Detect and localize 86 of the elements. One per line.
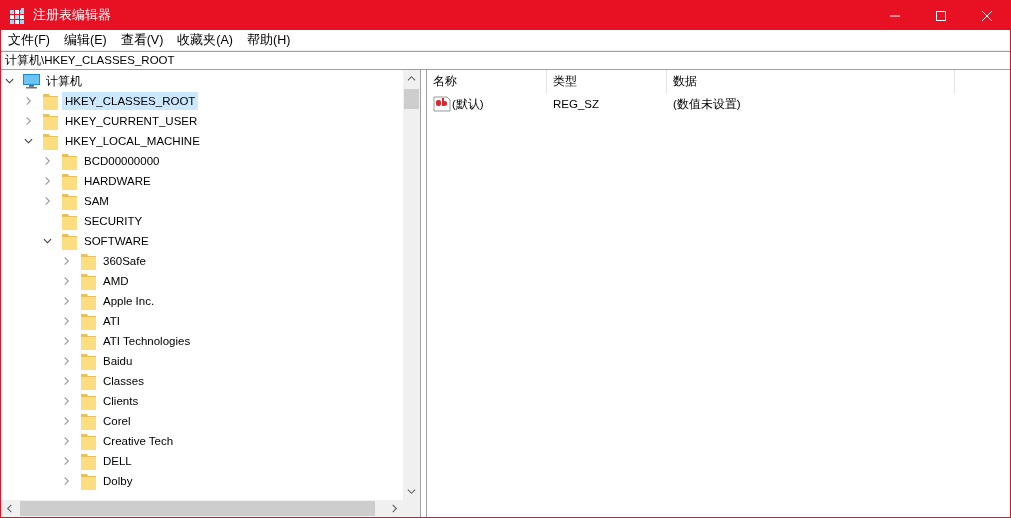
tree-item[interactable]: Apple Inc. [100,292,158,310]
folder-icon [79,392,98,410]
chevron-right-icon[interactable] [43,196,52,206]
tree-item[interactable]: Classes [100,372,147,390]
chevron-up-icon[interactable] [407,74,416,83]
column-header[interactable]: 名称 [427,70,547,93]
tree-item[interactable]: ATI Technologies [100,332,194,350]
folder-icon [79,372,98,390]
scroll-thumb[interactable] [404,89,419,109]
chevron-right-icon[interactable] [62,476,71,486]
menu-item[interactable]: 文件(F) [1,30,57,50]
chevron-right-icon[interactable] [62,376,71,386]
window-title: 注册表编辑器 [33,7,112,24]
folder-icon [79,472,98,490]
chevron-right-icon[interactable] [62,356,71,366]
chevron-right-icon[interactable] [43,176,52,186]
tree-item[interactable]: HARDWARE [81,172,154,190]
tree-item[interactable]: ATI [100,312,124,330]
computer-icon [22,72,41,90]
value-type: REG_SZ [553,98,599,110]
tree-item[interactable]: Clients [100,392,142,410]
address-field[interactable]: 计算机\HKEY_CLASSES_ROOT [1,51,1010,70]
tree-item[interactable]: 360Safe [100,252,149,270]
chevron-right-icon[interactable] [62,336,71,346]
chevron-left-icon[interactable] [5,504,14,513]
tree-item[interactable]: HKEY_CURRENT_USER [62,112,201,130]
scroll-thumb[interactable] [20,501,375,516]
folder-icon [60,152,79,170]
menu-item[interactable]: 收藏夹(A) [170,30,240,50]
app-icon [9,7,25,24]
menu-item[interactable]: 编辑(E) [56,30,114,50]
folder-icon [41,132,60,150]
maximize-icon [936,10,946,21]
chevron-right-icon[interactable] [62,296,71,306]
chevron-right-icon[interactable] [24,96,33,106]
string-value-icon [433,96,451,112]
tree-item[interactable]: Dolby [100,472,136,490]
chevron-right-icon[interactable] [62,316,71,326]
folder-icon [79,452,98,470]
tree-item[interactable]: Baidu [100,352,136,370]
column-header[interactable]: 类型 [547,70,667,93]
tree-item[interactable]: SOFTWARE [81,232,152,250]
value-name[interactable]: (默认) [452,96,484,112]
folder-icon [41,92,60,110]
folder-icon [60,232,79,250]
folder-icon [79,432,98,450]
tree-item[interactable]: SAM [81,192,112,210]
folder-icon [79,252,98,270]
value-data: (数值未设置) [673,96,741,112]
folder-icon [79,272,98,290]
chevron-down-icon[interactable] [5,76,14,86]
chevron-right-icon[interactable] [62,396,71,406]
chevron-down-icon[interactable] [407,487,416,496]
vertical-scrollbar[interactable] [403,70,420,500]
chevron-down-icon[interactable] [43,236,52,246]
folder-icon [79,412,98,430]
tree-item[interactable]: 计算机 [43,72,85,90]
chevron-right-icon[interactable] [62,416,71,426]
column-header[interactable]: 数据 [667,70,955,93]
chevron-down-icon[interactable] [24,136,33,146]
chevron-right-icon[interactable] [24,116,33,126]
tree-item[interactable]: DELL [100,452,135,470]
folder-icon [79,332,98,350]
folder-icon [79,352,98,370]
chevron-right-icon[interactable] [62,276,71,286]
folder-icon [60,172,79,190]
chevron-right-icon[interactable] [62,456,71,466]
chevron-right-icon[interactable] [62,436,71,446]
chevron-right-icon[interactable] [62,256,71,266]
menu-item[interactable]: 查看(V) [113,30,171,50]
tree-item[interactable]: BCD00000000 [81,152,163,170]
tree-item[interactable]: Creative Tech [100,432,177,450]
chevron-right-icon[interactable] [43,156,52,166]
tree-item[interactable]: SECURITY [81,212,146,230]
tree-item[interactable]: AMD [100,272,132,290]
chevron-right-icon[interactable] [390,504,399,513]
tree-item[interactable]: Corel [100,412,134,430]
tree-item[interactable]: HKEY_LOCAL_MACHINE [62,132,203,150]
folder-icon [41,112,60,130]
folder-icon [60,192,79,210]
folder-icon [60,212,79,230]
folder-icon [79,312,98,330]
menu-item[interactable]: 帮助(H) [240,30,298,50]
tree-item[interactable]: HKEY_CLASSES_ROOT [62,92,199,110]
close-icon [982,10,992,21]
folder-icon [79,292,98,310]
